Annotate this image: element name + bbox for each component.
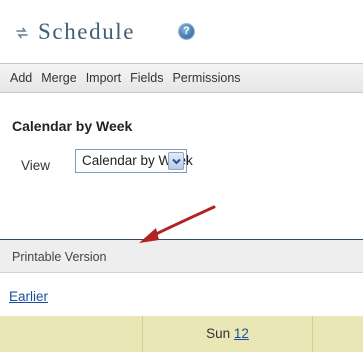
printable-bar: Printable Version (0, 240, 363, 273)
day-label: Sun 12 (143, 326, 312, 341)
refresh-arrows-icon (16, 27, 28, 39)
chevron-down-icon (172, 158, 181, 165)
calendar-header-blank-cell (0, 316, 143, 352)
dropdown-button[interactable] (168, 152, 184, 170)
toolbar-permissions[interactable]: Permissions (172, 71, 240, 85)
calendar-next-day-cell (313, 316, 363, 352)
printable-version-link[interactable]: Printable Version (12, 250, 107, 264)
toolbar-fields[interactable]: Fields (130, 71, 163, 85)
help-icon[interactable]: ? (179, 24, 194, 39)
earlier-link[interactable]: Earlier (9, 289, 48, 304)
calendar-header-row: Sun 12 (0, 316, 363, 352)
view-heading: Calendar by Week (12, 118, 133, 134)
page-title: Schedule (38, 19, 136, 44)
title-bar: Schedule ? (0, 0, 363, 63)
calendar-day-header: Sun 12 (143, 316, 313, 352)
view-label: View (21, 158, 51, 173)
toolbar-merge[interactable]: Merge (41, 71, 76, 85)
toolbar-import[interactable]: Import (86, 71, 121, 85)
view-select[interactable]: Calendar by Week (75, 149, 193, 173)
toolbar: Add Merge Import Fields Permissions (0, 63, 363, 93)
day-name: Sun (206, 326, 231, 341)
toolbar-add[interactable]: Add (10, 71, 32, 85)
day-date-link[interactable]: 12 (234, 326, 249, 341)
